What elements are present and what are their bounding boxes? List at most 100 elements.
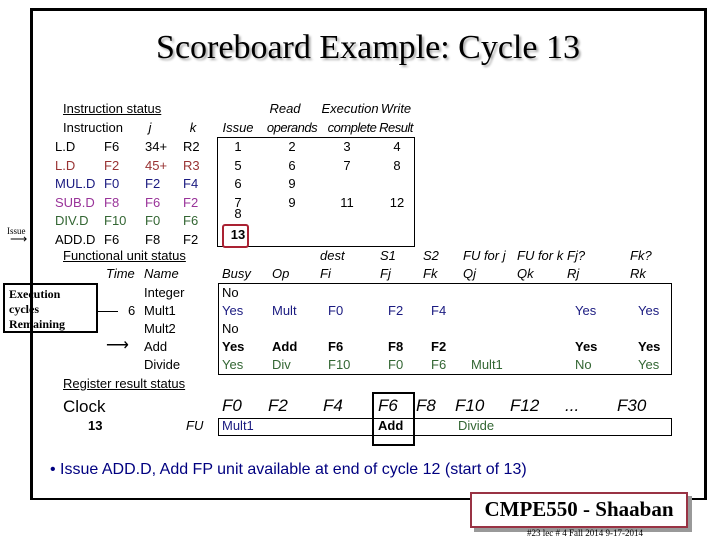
fu-time: 6 [128,303,136,318]
frame-bottom [30,498,470,500]
fu-header-fi: Fi [320,266,331,281]
fu-fk: F4 [431,303,447,318]
fu-header-top-qj: FU for j [463,248,506,263]
fu-fi: F10 [328,357,351,372]
instr-exec: 3 [343,139,351,154]
header-write-bottom: Result [379,120,413,135]
fu-op: Div [272,357,291,372]
instr-read: 9 [288,194,296,210]
instr-op: L.D [55,139,76,154]
instr-exec: 11 [340,194,354,210]
header-read-bottom: operands [266,120,318,135]
instr-j: F0 [145,213,161,228]
header-k: k [189,120,197,135]
fu-header-rk: Rk [630,266,646,281]
instr-read: 6 [288,157,296,173]
fu-header-qj: Qj [463,266,476,281]
instr-issue: 1 [234,139,242,154]
fu-header-top-qk: FU for k [517,248,564,263]
instr-k: F6 [183,213,199,228]
register-5: F10 [455,396,485,415]
header-exec-top: Execution [321,101,379,116]
fu-busy: No [222,321,239,336]
issue-arrow-icon: ⟶ [10,232,28,246]
exec-cycles-note: Execution cycles Remaining [3,283,98,333]
fu-fi: F0 [328,303,344,318]
fu-header-top-fj: S1 [380,248,396,263]
exec-note-connector [98,311,118,312]
fu-name: Integer [144,285,185,300]
register-3: F6 [378,396,398,415]
instr-op: MUL.D [55,176,96,191]
instr-j: F2 [145,176,161,191]
fu-header-top-rj: Fj? [567,248,586,263]
slide: Scoreboard Example: Cycle 13 Instruction… [0,0,720,540]
register-2: F4 [323,396,343,415]
register-7: ... [565,396,580,415]
footer-info: #23 lec # 4 Fall 2014 9-17-2014 [527,528,643,538]
instr-read: 2 [288,139,296,154]
fu-fi: F6 [328,339,344,354]
header-write-top: Write [380,101,412,116]
fu-fj: F8 [388,339,404,354]
fu-header-op: Op [272,266,290,281]
register-1: F2 [268,396,288,415]
header-j: j [148,120,152,135]
fu-fk: F6 [431,357,447,372]
register-fu-box [218,418,672,436]
fu-header-qk: Qk [517,266,534,281]
instr-k: F4 [183,176,199,191]
clock-value: 13 [88,418,103,433]
instr-write: 4 [393,139,401,154]
instr-issue: 6 [234,176,242,191]
instr-j: F6 [145,194,161,210]
instr-j: 34+ [145,139,168,154]
header-instruction: Instruction [63,120,123,135]
fu-rk: Yes [638,303,660,318]
header-exec-bottom: complete [327,120,377,135]
fu-rk: Yes [638,339,661,354]
register-6: F12 [510,396,540,415]
note: • Issue ADD.D, Add FP unit available at … [50,461,527,478]
fu-name: Divide [144,357,181,372]
fu-name: Add [144,339,168,354]
instr-op: ADD.D [55,231,96,247]
fu-header-name: Name [144,266,179,281]
fu-rj: Yes [575,339,598,354]
fu-op: Mult [272,303,297,318]
instr-issue: 5 [234,157,242,173]
fu-op: Add [272,339,298,354]
fu-rj: Yes [575,303,597,318]
instr-write: 12 [389,194,405,210]
instr-dest: F0 [104,176,120,191]
course-badge: CMPE550 - Shaaban [470,492,688,528]
fu-busy: Yes [222,303,244,318]
fu-header-top-rk: Fk? [630,248,652,263]
fu-busy: Yes [222,357,244,372]
add-arrow-icon: ⟶ [106,337,129,354]
fu-rk: Yes [638,357,660,372]
fu-name: Mult2 [144,321,176,336]
frame-left [30,8,33,500]
fu-qj: Mult1 [471,357,503,372]
instr-dest: F8 [104,194,120,210]
fu-header-rj: Rj [567,266,580,281]
fu-header-busy: Busy [222,266,251,281]
fu-fj: F2 [388,303,404,318]
instruction-status-label: Instruction status [63,101,162,116]
instr-read: 9 [288,176,296,191]
clock-label: Clock [63,397,106,416]
register-4: F8 [416,396,436,415]
register-fu-0: Mult1 [222,418,254,433]
register-0: F0 [222,396,242,415]
fu-fk: F2 [431,339,447,354]
instr-op: L.D [55,157,76,173]
fu-header-top-fi: dest [320,248,345,263]
instr-dest: F2 [104,157,120,173]
issue-highlight [222,224,249,248]
instr-j: 45+ [145,157,168,173]
fu-rj: No [575,357,592,372]
fu-status-label: Functional unit status [63,248,186,263]
fu-busy: No [222,285,239,300]
fu-header-fk: Fk [423,266,438,281]
